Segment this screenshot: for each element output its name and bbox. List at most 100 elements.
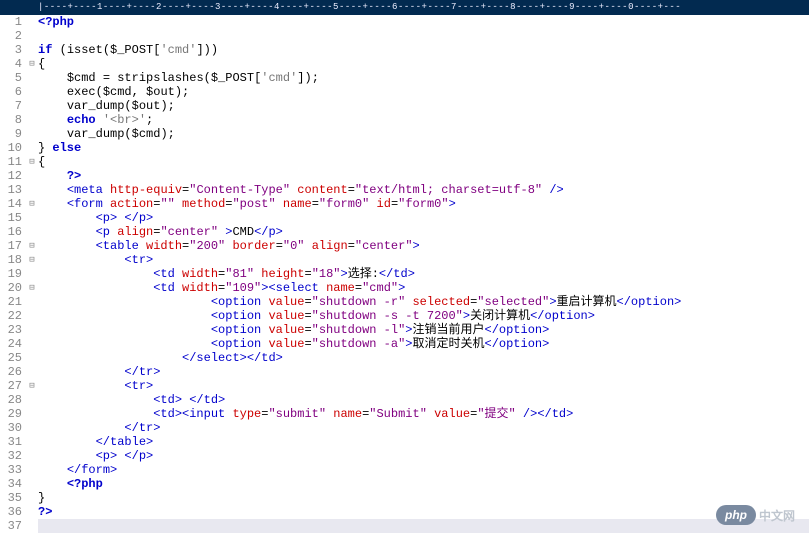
- code-line[interactable]: <table width="200" border="0" align="cen…: [38, 239, 809, 253]
- code-line[interactable]: {: [38, 155, 809, 169]
- code-line[interactable]: </tr>: [38, 421, 809, 435]
- line-number: 14: [0, 197, 22, 211]
- line-number: 8: [0, 113, 22, 127]
- line-number: 5: [0, 71, 22, 85]
- fold-toggle-icon[interactable]: ⊟: [26, 379, 38, 393]
- ruler: |----+----1----+----2----+----3----+----…: [0, 0, 809, 15]
- code-line[interactable]: <meta http-equiv="Content-Type" content=…: [38, 183, 809, 197]
- line-number: 30: [0, 421, 22, 435]
- code-line[interactable]: </tr>: [38, 365, 809, 379]
- line-number: 34: [0, 477, 22, 491]
- fold-toggle-icon: [26, 491, 38, 505]
- line-number: 12: [0, 169, 22, 183]
- code-line[interactable]: <?php: [38, 477, 809, 491]
- code-line[interactable]: <td><input type="submit" name="Submit" v…: [38, 407, 809, 421]
- fold-toggle-icon: [26, 127, 38, 141]
- line-number: 28: [0, 393, 22, 407]
- code-line[interactable]: <option value="shutdown -r" selected="se…: [38, 295, 809, 309]
- code-line[interactable]: </table>: [38, 435, 809, 449]
- code-line[interactable]: <tr>: [38, 253, 809, 267]
- fold-toggle-icon: [26, 169, 38, 183]
- fold-toggle-icon: [26, 351, 38, 365]
- code-line[interactable]: }: [38, 491, 809, 505]
- code-line[interactable]: <form action="" method="post" name="form…: [38, 197, 809, 211]
- line-number: 18: [0, 253, 22, 267]
- code-line[interactable]: <p align="center" >CMD</p>: [38, 225, 809, 239]
- code-line[interactable]: <td width="81" height="18">选择:</td>: [38, 267, 809, 281]
- fold-toggle-icon: [26, 393, 38, 407]
- code-line[interactable]: <?php: [38, 15, 809, 29]
- code-line[interactable]: var_dump($out);: [38, 99, 809, 113]
- line-number: 24: [0, 337, 22, 351]
- fold-toggle-icon[interactable]: ⊟: [26, 197, 38, 211]
- fold-toggle-icon: [26, 71, 38, 85]
- line-number: 31: [0, 435, 22, 449]
- line-number: 9: [0, 127, 22, 141]
- code-line[interactable]: exec($cmd, $out);: [38, 85, 809, 99]
- line-number: 4: [0, 57, 22, 71]
- line-number: 13: [0, 183, 22, 197]
- line-number: 22: [0, 309, 22, 323]
- code-line[interactable]: <p> </p>: [38, 449, 809, 463]
- fold-toggle-icon: [26, 113, 38, 127]
- code-line[interactable]: <option value="shutdown -s -t 7200">关闭计算…: [38, 309, 809, 323]
- fold-toggle-icon: [26, 477, 38, 491]
- line-number: 21: [0, 295, 22, 309]
- fold-toggle-icon[interactable]: ⊟: [26, 253, 38, 267]
- fold-toggle-icon: [26, 519, 38, 533]
- code-area[interactable]: <?php if (isset($_POST['cmd'])){ $cmd = …: [38, 15, 809, 533]
- line-number: 20: [0, 281, 22, 295]
- code-line[interactable]: <td> </td>: [38, 393, 809, 407]
- fold-toggle-icon: [26, 43, 38, 57]
- fold-toggle-icon: [26, 99, 38, 113]
- line-number: 23: [0, 323, 22, 337]
- line-number-gutter: 1234567891011121314151617181920212223242…: [0, 15, 26, 533]
- fold-toggle-icon: [26, 449, 38, 463]
- code-line[interactable]: ?>: [38, 169, 809, 183]
- fold-toggle-icon: [26, 407, 38, 421]
- code-line[interactable]: if (isset($_POST['cmd'])): [38, 43, 809, 57]
- fold-toggle-icon[interactable]: ⊟: [26, 281, 38, 295]
- line-number: 1: [0, 15, 22, 29]
- code-line[interactable]: [38, 29, 809, 43]
- line-number: 16: [0, 225, 22, 239]
- line-number: 25: [0, 351, 22, 365]
- line-number: 27: [0, 379, 22, 393]
- code-line[interactable]: var_dump($cmd);: [38, 127, 809, 141]
- fold-toggle-icon: [26, 505, 38, 519]
- fold-toggle-icon[interactable]: ⊟: [26, 239, 38, 253]
- fold-toggle-icon: [26, 141, 38, 155]
- watermark-logo: php 中文网: [716, 505, 795, 525]
- fold-toggle-icon: [26, 225, 38, 239]
- code-line[interactable]: </form>: [38, 463, 809, 477]
- code-line[interactable]: [38, 519, 809, 533]
- code-line[interactable]: <td width="109"><select name="cmd">: [38, 281, 809, 295]
- logo-text: 中文网: [759, 507, 795, 524]
- code-line[interactable]: <option value="shutdown -a">取消定时关机</opti…: [38, 337, 809, 351]
- fold-toggle-icon: [26, 85, 38, 99]
- line-number: 3: [0, 43, 22, 57]
- code-line[interactable]: <p> </p>: [38, 211, 809, 225]
- line-number: 17: [0, 239, 22, 253]
- fold-toggle-icon: [26, 211, 38, 225]
- code-line[interactable]: ?>: [38, 505, 809, 519]
- code-line[interactable]: <tr>: [38, 379, 809, 393]
- line-number: 11: [0, 155, 22, 169]
- code-line[interactable]: } else: [38, 141, 809, 155]
- fold-toggle-icon: [26, 337, 38, 351]
- line-number: 36: [0, 505, 22, 519]
- fold-toggle-icon[interactable]: ⊟: [26, 155, 38, 169]
- line-number: 33: [0, 463, 22, 477]
- fold-toggle-icon[interactable]: ⊟: [26, 57, 38, 71]
- code-line[interactable]: echo '<br>';: [38, 113, 809, 127]
- fold-toggle-icon: [26, 15, 38, 29]
- line-number: 2: [0, 29, 22, 43]
- code-line[interactable]: $cmd = stripslashes($_POST['cmd']);: [38, 71, 809, 85]
- code-line[interactable]: </select></td>: [38, 351, 809, 365]
- fold-toggle-icon: [26, 295, 38, 309]
- code-line[interactable]: {: [38, 57, 809, 71]
- code-editor[interactable]: 1234567891011121314151617181920212223242…: [0, 15, 809, 533]
- fold-column[interactable]: ⊟⊟⊟⊟⊟⊟⊟: [26, 15, 38, 533]
- fold-toggle-icon: [26, 435, 38, 449]
- code-line[interactable]: <option value="shutdown -l">注销当前用户</opti…: [38, 323, 809, 337]
